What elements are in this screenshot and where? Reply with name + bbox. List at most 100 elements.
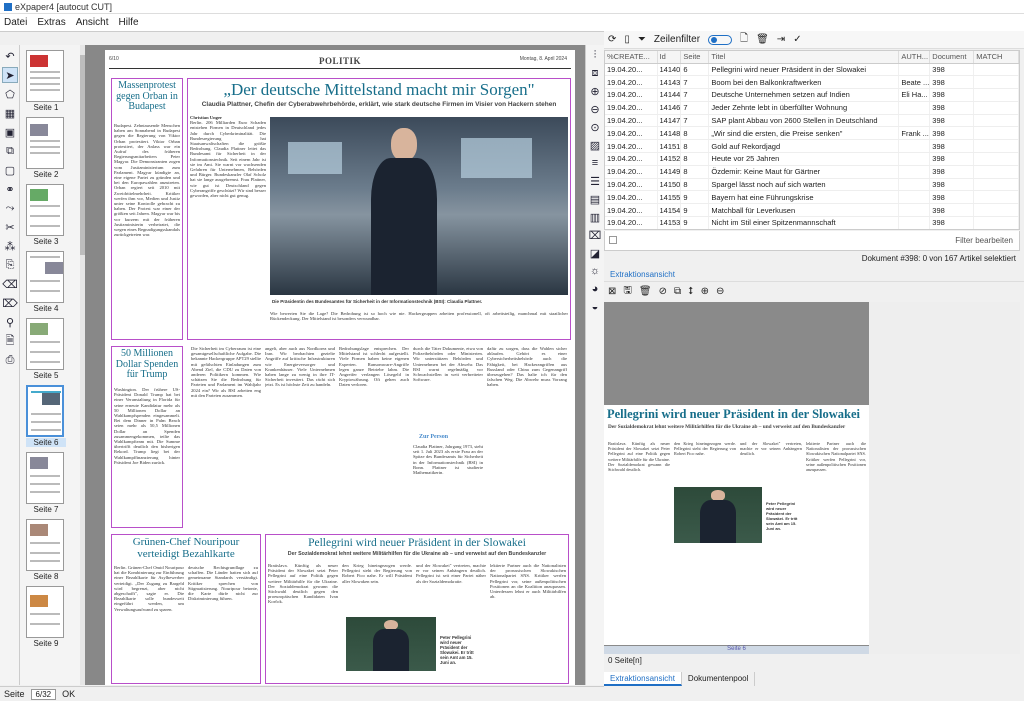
crop-icon[interactable]: ⧉ (674, 286, 681, 297)
check-icon[interactable]: ✓ (793, 34, 801, 45)
fit-height-icon[interactable]: ⭥ (688, 286, 693, 297)
thumbnail-seite-8[interactable]: Seite 8 (26, 519, 66, 581)
tab-dokumentenpool[interactable]: Dokumentenpool (682, 672, 756, 686)
tab-extraktionsansicht[interactable]: Extraktionsansicht (604, 672, 682, 686)
palette-icon[interactable]: ◒ (587, 299, 603, 315)
scissors-icon[interactable]: ✂ (2, 219, 18, 235)
zoom-out-icon[interactable]: ⊖ (716, 286, 724, 297)
trash-icon[interactable]: 🗑 (756, 34, 769, 45)
thumbnail-seite-7[interactable]: Seite 7 (26, 452, 66, 514)
table-row[interactable]: 19.04.20... 14146 7 Jeder Zehnte lebt in üb… (605, 101, 1019, 115)
back-icon[interactable]: ↶ (2, 48, 18, 64)
table-cell: 19.04.20... (605, 178, 658, 192)
zoom-out-icon[interactable]: ⊖ (587, 101, 603, 117)
menu-ansicht[interactable]: Ansicht (76, 17, 109, 28)
polygon-icon[interactable]: ⬠ (2, 86, 18, 102)
sel-frame-icon[interactable]: ▢ (2, 162, 18, 178)
article-table[interactable]: %CREATE... Id Seite Titel AUTH... Docume… (604, 50, 1020, 230)
thumbnail-seite-6[interactable]: Seite 6 (26, 385, 66, 447)
table-row[interactable]: 19.04.20... 14154 9 Matchball für Leverkuse… (605, 203, 1019, 218)
text-icon[interactable]: ≡ (587, 155, 603, 171)
frame-icon[interactable]: ▣ (2, 124, 18, 140)
image-icon[interactable]: ▨ (587, 137, 603, 153)
document-view[interactable]: 6/10 POLITIK Montag, 8. April 2024 Masse… (85, 45, 585, 685)
thumbnail-seite-1[interactable]: Seite 1 (26, 50, 66, 112)
trash-icon[interactable]: 🗑 (639, 286, 652, 297)
table-icon[interactable]: ▥ (587, 209, 603, 225)
refresh-icon[interactable]: ⟳ (608, 34, 616, 45)
article-photo[interactable] (270, 117, 568, 295)
article-frame-nouripour[interactable]: Grünen-Chef Nouripour verteidigt Bezahlk… (111, 534, 261, 684)
nodes-icon[interactable]: ⁂ (2, 238, 18, 254)
table-row[interactable]: 19.04.20... 14155 9 Bayern hat eine Führung… (605, 190, 1019, 205)
column-header-id[interactable]: Id (657, 51, 682, 64)
zeilenfilter-toggle[interactable] (708, 34, 733, 45)
zoom-in-icon[interactable]: ⊕ (701, 286, 709, 297)
article-headline: Pellegrini wird neuer Präsident in der S… (308, 537, 526, 549)
article-frame-trump[interactable]: 50 Millionen Dollar Spenden für Trump Wa… (111, 346, 183, 528)
heading-icon[interactable]: ☰ (587, 173, 603, 189)
column-header-titel[interactable]: Titel (708, 51, 900, 64)
eraser-icon[interactable]: ⌫ (2, 276, 18, 292)
table-row[interactable]: 19.04.20... 14152 8 Heute vor 25 Jahren 398 (605, 152, 1019, 166)
article-frame-plattner[interactable]: „Der deutsche Mittelstand macht mir Sorg… (187, 78, 571, 340)
table-row[interactable]: 19.04.20... 14147 7 SAP plant Abbau von 260… (605, 114, 1019, 128)
table-row[interactable]: 19.04.20... 14144 7 Deutsche Unternehmen se… (605, 88, 1019, 102)
brightness-icon[interactable]: ☼ (587, 263, 603, 279)
print-icon[interactable]: ⎙ (2, 352, 18, 368)
column-header-match[interactable]: MATCH (973, 51, 1019, 64)
table-row[interactable]: 19.04.20... 14149 8 Özdemir: Keine Maut für… (605, 165, 1019, 179)
column-header-seite[interactable]: Seite (680, 51, 710, 64)
table-row[interactable]: 19.04.20... 14143 7 Boom bei den Balkonkraf… (605, 75, 1019, 90)
crop-icon[interactable]: ⧉ (2, 143, 18, 159)
zoom-fit-icon[interactable]: ⊙ (587, 119, 603, 135)
delete-icon[interactable]: ⌧ (587, 227, 603, 243)
erase-all-icon[interactable]: ⌦ (2, 295, 18, 311)
contrast-icon[interactable]: ◪ (587, 245, 603, 261)
stamp-icon[interactable]: ⎘ (2, 257, 18, 273)
link-icon[interactable]: ⚭ (2, 181, 18, 197)
route-icon[interactable]: ⤳ (2, 200, 18, 216)
thumbnail-seite-3[interactable]: Seite 3 (26, 184, 66, 246)
table-row[interactable]: 19.04.20... 14151 8 Gold auf Rekordjagd 398 (605, 139, 1019, 154)
filter-edit-button[interactable]: Filter bearbeiten (955, 236, 1013, 245)
image-off-icon[interactable]: ⊘ (659, 286, 667, 297)
pin-icon[interactable]: ⚲ (2, 314, 18, 330)
save-icon[interactable]: 🖫 (623, 283, 632, 300)
thumbnail-seite-4[interactable]: Seite 4 (26, 251, 66, 313)
close-icon[interactable]: ⊠ (608, 286, 616, 297)
table-cell: Özdemir: Keine Maut für Gärtner (708, 165, 900, 179)
delete-icon[interactable]: ▯ (624, 34, 630, 45)
extraction-preview[interactable]: Pellegrini wird neuer Präsident in der S… (604, 302, 869, 654)
thumbnail-seite-2[interactable]: Seite 2 (26, 117, 66, 179)
grid-icon[interactable]: ▦ (2, 105, 18, 121)
article-frame-pellegrini[interactable]: Pellegrini wird neuer Präsident in der S… (265, 534, 569, 684)
table-row[interactable]: 19.04.20... 14140 6 Pellegrini wird neuer P… (605, 63, 1019, 77)
thumbnail-seite-9[interactable]: Seite 9 (26, 586, 66, 648)
column-header-create[interactable]: %CREATE... (605, 51, 658, 64)
table-cell: Bayern hat eine Führungskrise (708, 190, 900, 205)
split-icon[interactable]: ⫶ (587, 47, 603, 63)
table-row[interactable]: 19.04.20... 14153 9 Nicht im Stil einer Spi… (605, 216, 1019, 229)
thumbnail-seite-5[interactable]: Seite 5 (26, 318, 66, 380)
merge-icon[interactable]: ⧈ (587, 65, 603, 81)
table-row[interactable]: 19.04.20... 14148 8 „Wir sind die ersten, d… (605, 126, 1019, 141)
column-header-document[interactable]: Document (929, 51, 975, 64)
filter-icon[interactable]: ⏷ (638, 34, 646, 45)
table-row[interactable]: 19.04.20... 14150 8 Spargel lässt noch auf … (605, 178, 1019, 192)
select-all-checkbox[interactable] (609, 236, 617, 244)
document-icon[interactable]: 🗎 (2, 333, 18, 349)
export-icon[interactable]: ⇥ (777, 34, 785, 45)
pointer-icon[interactable]: ➤ (2, 67, 18, 83)
table-cell: 398 (929, 203, 975, 218)
color-icon[interactable]: ◕ (587, 281, 603, 297)
page-indicator[interactable]: 6/32 (30, 688, 57, 700)
menu-hilfe[interactable]: Hilfe (119, 17, 139, 28)
caption-icon[interactable]: ▤ (587, 191, 603, 207)
new-document-icon[interactable]: 🗋 (740, 31, 748, 48)
article-frame-orban[interactable]: Massenprotest gegen Orban in Budapest Bu… (111, 78, 183, 340)
column-header-author[interactable]: AUTH... (898, 51, 931, 64)
menu-datei[interactable]: Datei (4, 17, 27, 28)
zoom-in-icon[interactable]: ⊕ (587, 83, 603, 99)
menu-extras[interactable]: Extras (37, 17, 65, 28)
